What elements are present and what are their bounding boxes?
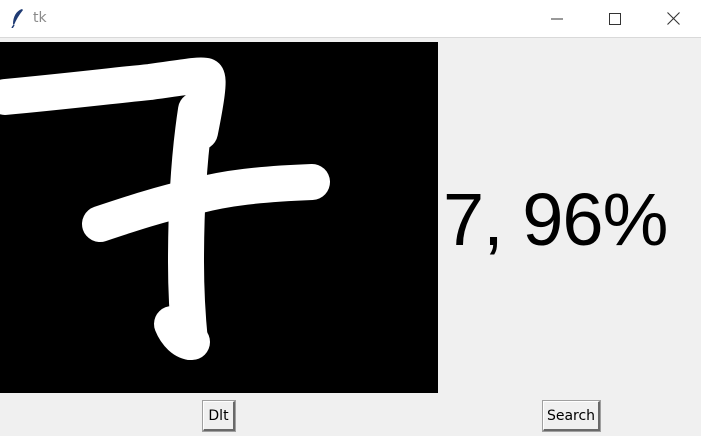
title-bar[interactable]: tk (0, 0, 701, 38)
close-icon (666, 12, 680, 25)
drawing-canvas[interactable] (0, 42, 438, 393)
handwritten-digit-drawing (0, 57, 330, 360)
feather-icon (11, 9, 23, 28)
app-window: tk 7, 96% Dlt Search (0, 0, 701, 436)
search-button[interactable]: Search (542, 400, 601, 432)
delete-button[interactable]: Dlt (202, 400, 236, 432)
maximize-icon (609, 12, 621, 25)
minimize-button[interactable] (528, 0, 586, 37)
maximize-button[interactable] (586, 0, 644, 37)
close-button[interactable] (644, 0, 701, 37)
minimize-icon (551, 18, 563, 19)
prediction-result: 7, 96% (443, 178, 668, 261)
window-title: tk (33, 10, 47, 26)
